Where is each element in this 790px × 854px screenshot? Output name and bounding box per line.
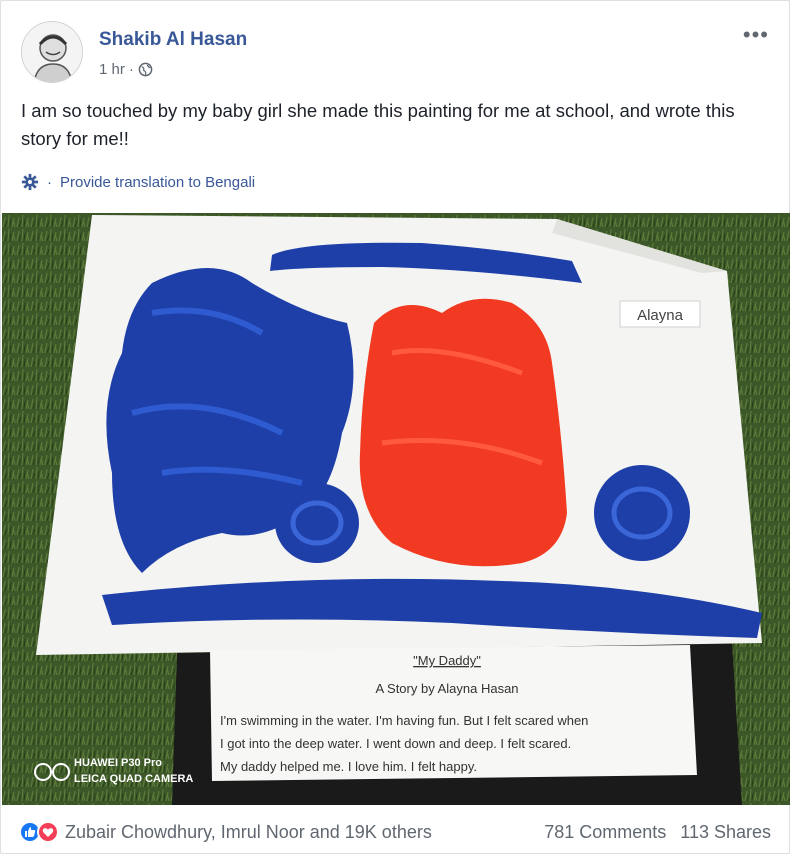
gear-icon — [21, 173, 39, 191]
post-footer: Zubair Chowdhury, Imrul Noor and 19K oth… — [19, 817, 771, 847]
post-meta: 1 hr · — [99, 61, 153, 78]
post-header: Shakib Al Hasan 1 hr · ••• — [21, 21, 769, 91]
shares-count[interactable]: 113 Shares — [680, 822, 771, 843]
story-byline-text: A Story by Alayna Hasan — [375, 681, 518, 696]
love-reaction-icon — [37, 821, 59, 843]
post-message: I am so touched by my baby girl she made… — [21, 100, 735, 149]
story-line-1: I'm swimming in the water. I'm having fu… — [220, 713, 588, 728]
meta-separator: · — [128, 61, 134, 78]
story-line-2: I got into the deep water. I went down a… — [220, 736, 571, 751]
post-card: Shakib Al Hasan 1 hr · ••• I am so touch… — [0, 0, 790, 854]
provide-translation-link[interactable]: Provide translation to Bengali — [60, 174, 255, 191]
painting-photo-image: Alayna "My Daddy" A Story by Alayna Hasa… — [2, 213, 790, 805]
translation-row: · Provide translation to Bengali — [21, 173, 255, 191]
author-avatar[interactable] — [21, 21, 83, 83]
avatar-portrait-image — [22, 22, 82, 82]
post-time[interactable]: 1 hr — [99, 61, 125, 78]
comments-count[interactable]: 781 Comments — [544, 822, 666, 843]
author-name[interactable]: Shakib Al Hasan — [99, 29, 247, 51]
story-line-3: My daddy helped me. I love him. I felt h… — [220, 759, 477, 774]
story-title-text: "My Daddy" — [413, 653, 481, 668]
reactors-text[interactable]: Zubair Chowdhury, Imrul Noor and 19K oth… — [65, 822, 432, 843]
watermark-line-1: HUAWEI P30 Pro — [74, 757, 162, 769]
globe-icon[interactable] — [138, 62, 153, 77]
engagement-counts: 781 Comments 113 Shares — [544, 822, 771, 843]
name-tag-text: Alayna — [637, 307, 684, 324]
post-photo[interactable]: Alayna "My Daddy" A Story by Alayna Hasa… — [2, 213, 790, 805]
reaction-icons[interactable] — [19, 821, 59, 843]
more-options-icon[interactable]: ••• — [743, 24, 769, 46]
translation-separator: · — [47, 173, 52, 191]
watermark-line-2: LEICA QUAD CAMERA — [74, 773, 193, 785]
